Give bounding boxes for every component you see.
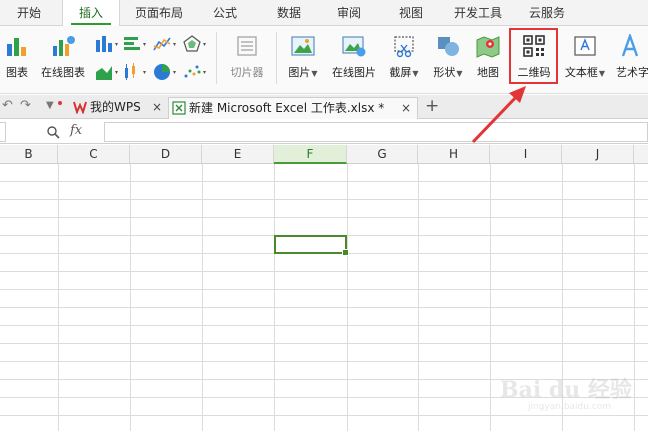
grid-line <box>418 164 419 431</box>
online-chart-button[interactable]: 在线图表 <box>36 26 90 90</box>
column-header[interactable]: H <box>418 145 490 164</box>
tab-excel-workbook[interactable]: 新建 Microsoft Excel 工作表.xlsx * × <box>168 97 418 119</box>
column-headers: B C D E F G H I J <box>0 145 648 164</box>
tab-formulas[interactable]: 公式 <box>198 0 252 26</box>
column-header[interactable]: E <box>202 145 274 164</box>
close-tab-icon[interactable]: × <box>152 97 162 117</box>
dropdown-caret-icon: ▼ <box>311 69 318 78</box>
picture-button[interactable]: 图片▼ <box>280 26 326 90</box>
spreadsheet-file-icon <box>172 101 186 115</box>
column-chart-icon[interactable] <box>94 34 120 54</box>
grid-line <box>490 164 491 431</box>
zoom-search-icon[interactable] <box>46 125 60 139</box>
column-header[interactable]: B <box>0 145 58 164</box>
insert-function-icon[interactable]: fx <box>70 123 82 138</box>
formula-bar: fx <box>0 120 648 144</box>
grid-line <box>58 164 59 431</box>
name-box[interactable] <box>0 122 6 142</box>
column-header[interactable]: I <box>490 145 562 164</box>
chart-button[interactable]: 图表 <box>0 26 34 90</box>
map-button[interactable]: 地图 <box>470 26 506 90</box>
dropdown-caret-icon: ▼ <box>456 69 463 78</box>
tab-page-layout[interactable]: 页面布局 <box>124 0 194 26</box>
wordart-button[interactable]: 艺术字 <box>612 26 648 90</box>
new-tab-icon[interactable]: + <box>425 96 439 116</box>
formula-input[interactable] <box>104 122 648 142</box>
line-chart-icon[interactable] <box>152 34 178 54</box>
slicer-button[interactable]: 切片器 <box>222 26 272 90</box>
scatter-chart-icon[interactable] <box>182 62 208 82</box>
watermark: Bai du 经验 jingyan.baidu.com <box>500 377 632 412</box>
tab-my-wps[interactable]: 我的WPS × <box>70 97 168 119</box>
tab-data[interactable]: 数据 <box>262 0 316 26</box>
online-picture-button[interactable]: 在线图片 <box>328 26 380 90</box>
column-header-selected[interactable]: F <box>274 145 347 164</box>
document-tab-bar: ↶ ↷ ▼ 我的WPS × 新建 Microsoft Excel 工作表.xls… <box>0 95 648 119</box>
shapes-icon <box>438 37 459 56</box>
shapes-button[interactable]: 形状▼ <box>428 26 468 90</box>
tab-view[interactable]: 视图 <box>384 0 438 26</box>
map-icon <box>476 36 500 58</box>
online-picture-icon <box>342 36 366 57</box>
pie-chart-icon[interactable] <box>152 62 178 82</box>
slicer-icon <box>237 36 257 56</box>
radar-chart-icon[interactable] <box>182 34 208 54</box>
ribbon-separator <box>216 32 217 84</box>
tab-cloud-service[interactable]: 云服务 <box>520 0 574 26</box>
tab-home[interactable]: 开始 <box>0 0 58 26</box>
dropdown-caret-icon: ▼ <box>412 69 419 78</box>
qrcode-highlight-box <box>509 28 558 84</box>
close-tab-icon[interactable]: × <box>401 98 411 118</box>
bar-chart-icon <box>7 38 26 56</box>
forward-icon[interactable]: ↷ <box>20 98 31 113</box>
stock-chart-icon[interactable] <box>122 62 148 82</box>
column-header[interactable]: D <box>130 145 202 164</box>
menu-bar: 开始 插入 页面布局 公式 数据 审阅 视图 开发工具 云服务 <box>0 0 648 27</box>
wps-logo-icon <box>73 101 87 114</box>
tab-insert[interactable]: 插入 <box>62 0 120 27</box>
notification-dot <box>58 101 62 105</box>
selected-cell[interactable] <box>274 235 349 256</box>
grid-line <box>130 164 131 431</box>
scissors-icon <box>394 36 414 58</box>
screenshot-button[interactable]: 截屏▼ <box>384 26 424 90</box>
grid-line <box>274 164 275 431</box>
tab-review[interactable]: 审阅 <box>322 0 376 26</box>
tab-menu-chevron-icon[interactable]: ▼ <box>46 100 54 111</box>
textbox-icon <box>574 36 596 56</box>
ribbon-separator <box>276 32 277 84</box>
textbox-button[interactable]: 文本框▼ <box>560 26 610 90</box>
online-chart-icon <box>53 36 75 56</box>
column-header[interactable]: C <box>58 145 130 164</box>
grid-line <box>347 164 348 431</box>
grid-line <box>202 164 203 431</box>
column-header[interactable]: G <box>347 145 418 164</box>
column-header[interactable]: J <box>562 145 634 164</box>
tab-developer[interactable]: 开发工具 <box>446 0 510 26</box>
dropdown-caret-icon: ▼ <box>598 69 606 78</box>
back-icon[interactable]: ↶ <box>2 98 13 113</box>
wordart-icon <box>621 34 639 57</box>
area-chart-icon[interactable] <box>94 62 120 82</box>
picture-icon <box>291 36 315 56</box>
bar-horizontal-chart-icon[interactable] <box>122 34 148 54</box>
